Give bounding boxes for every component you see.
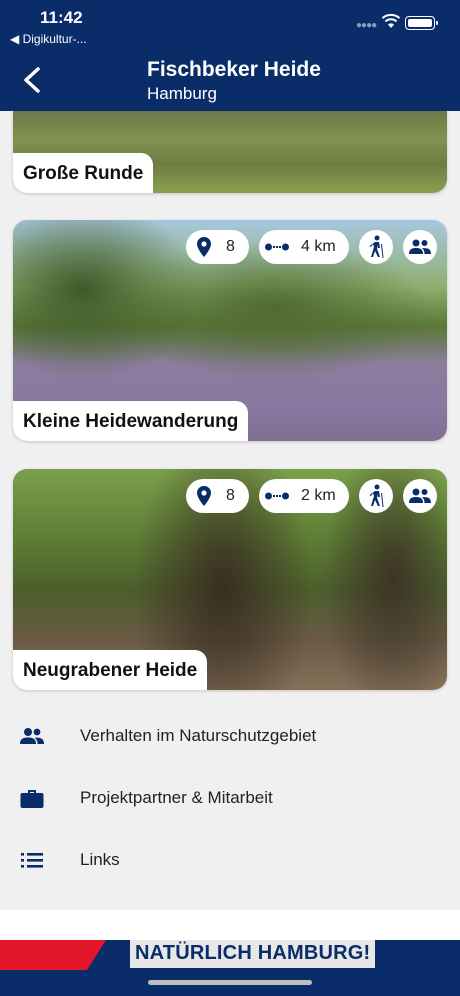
briefcase-icon [20,790,44,808]
home-indicator[interactable] [148,980,312,985]
markers-count: 8 [226,238,235,255]
route-card-title: Große Runde [13,153,154,193]
distance-value: 4 km [301,238,336,255]
group-pill [403,479,437,513]
distance-pill: 4 km [259,230,349,264]
group-pill [403,230,437,264]
back-arrow-icon[interactable] [18,64,46,96]
route-card-grosse-runde[interactable]: Große Runde [13,111,447,193]
people-icon [409,488,431,503]
route-card-neugrabener-heide[interactable]: 8 2 km Neugrabener Heide [13,469,447,690]
menu-item-label: Projektpartner & Mitarbeit [80,788,273,807]
markers-count-pill: 8 [186,230,249,264]
menu-item-links[interactable]: Links [0,829,460,891]
route-card-title: Kleine Heidewanderung [13,401,249,441]
page-title: Fischbeker Heide [147,58,321,81]
list-icon [21,853,43,868]
people-icon [409,239,431,254]
status-time: 11:42 [40,8,83,27]
route-card-kleine-heidewanderung[interactable]: 8 4 km Kleine Heidewanderung [13,220,447,441]
route-dots-icon [265,492,289,500]
map-pin-icon [197,237,211,257]
menu-item-verhalten[interactable]: Verhalten im Naturschutzgebiet [0,705,460,767]
hiker-icon [369,235,384,258]
wifi-icon [381,13,401,28]
route-dots-icon [265,243,289,251]
menu-item-label: Verhalten im Naturschutzgebiet [80,726,317,745]
route-info-pills: 8 4 km [13,230,447,264]
walk-pill [359,230,393,264]
page-subtitle: Hamburg [147,84,217,103]
signal-icon: ●●●● [356,20,377,31]
distance-value: 2 km [301,487,336,504]
hiker-icon [369,484,384,507]
walk-pill [359,479,393,513]
footer-slogan: NATÜRLICH HAMBURG! [130,940,376,968]
route-info-pills: 8 2 km [13,479,447,513]
status-back-to-app[interactable]: ◀ Digikultur-... [10,32,87,46]
distance-pill: 2 km [259,479,349,513]
route-card-title: Neugrabener Heide [13,650,208,690]
people-icon [20,728,44,744]
markers-count-pill: 8 [186,479,249,513]
battery-icon [405,16,438,30]
menu-item-projektpartner[interactable]: Projektpartner & Mitarbeit [0,767,460,829]
map-pin-icon [197,486,211,506]
menu-item-label: Links [80,850,120,869]
app-header: 11:42 ◀ Digikultur-... ●●●● Fischbeker H… [0,0,460,111]
markers-count: 8 [226,487,235,504]
